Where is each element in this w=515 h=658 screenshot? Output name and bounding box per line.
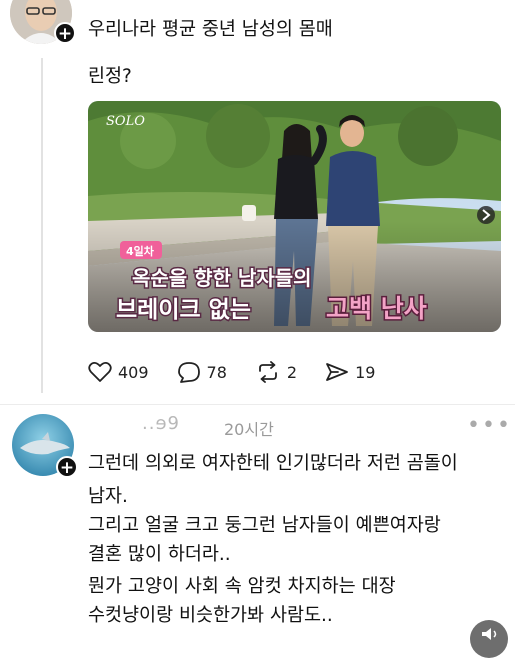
sound-toggle-icon[interactable]	[470, 620, 508, 658]
reply-follow-plus-icon[interactable]: +	[56, 456, 78, 478]
caption-line2a: 브레이크 없는	[116, 297, 251, 323]
post-text-line1: 우리나라 평균 중년 남성의 몸매	[88, 19, 333, 40]
show-logo: SOLO	[106, 114, 145, 129]
reply-timestamp: 20시간	[224, 420, 274, 439]
like-count: 409	[118, 362, 149, 382]
follow-plus-icon[interactable]: +	[54, 22, 76, 44]
post-divider	[0, 404, 515, 405]
heart-icon	[88, 362, 112, 382]
like-button[interactable]: 409	[88, 361, 149, 383]
comment-button[interactable]: 78	[177, 361, 227, 383]
episode-badge: 4일차	[126, 244, 155, 258]
media-scene: SOLO 4일차 옥순을 향한 남자들의 브레이크 없는 고백 난사	[88, 101, 501, 332]
post-media[interactable]: SOLO 4일차 옥순을 향한 남자들의 브레이크 없는 고백 난사	[88, 101, 501, 332]
speaker-icon	[482, 628, 497, 640]
send-icon	[326, 363, 348, 381]
repost-icon	[259, 361, 277, 383]
reply-line: 남자.	[88, 486, 128, 507]
caption-line1: 옥순을 향한 남자들의	[132, 266, 312, 290]
thread-line	[41, 58, 43, 393]
share-count: 19	[355, 362, 376, 382]
reply-line: 뭔가 고양이 사회 속 암컷 차지하는 대장	[88, 576, 396, 597]
comment-count: 78	[206, 362, 227, 382]
reply-line: 그리고 얼굴 크고 둥그런 남자들이 예쁜여자랑	[88, 515, 441, 536]
reply-line: 결혼 많이 하더라..	[88, 544, 231, 565]
comment-bubble-icon	[177, 362, 200, 383]
repost-button[interactable]: 2	[255, 361, 297, 383]
repost-count: 2	[286, 362, 298, 382]
reply-line: 수컷냥이랑 비슷한가봐 사람도..	[88, 605, 333, 626]
post-actions: 409 78 2 19	[88, 358, 375, 386]
reply-line: 그런데 의외로 여자한테 인기많더라 저런 곰돌이	[88, 453, 458, 474]
post-text-line2: 린정?	[88, 66, 132, 87]
reply-username[interactable]: ..ɘ9	[142, 413, 180, 434]
caption-line2b: 고백 난사	[326, 294, 427, 323]
share-button[interactable]: 19	[325, 361, 375, 383]
more-options-icon[interactable]: •••	[467, 413, 512, 438]
